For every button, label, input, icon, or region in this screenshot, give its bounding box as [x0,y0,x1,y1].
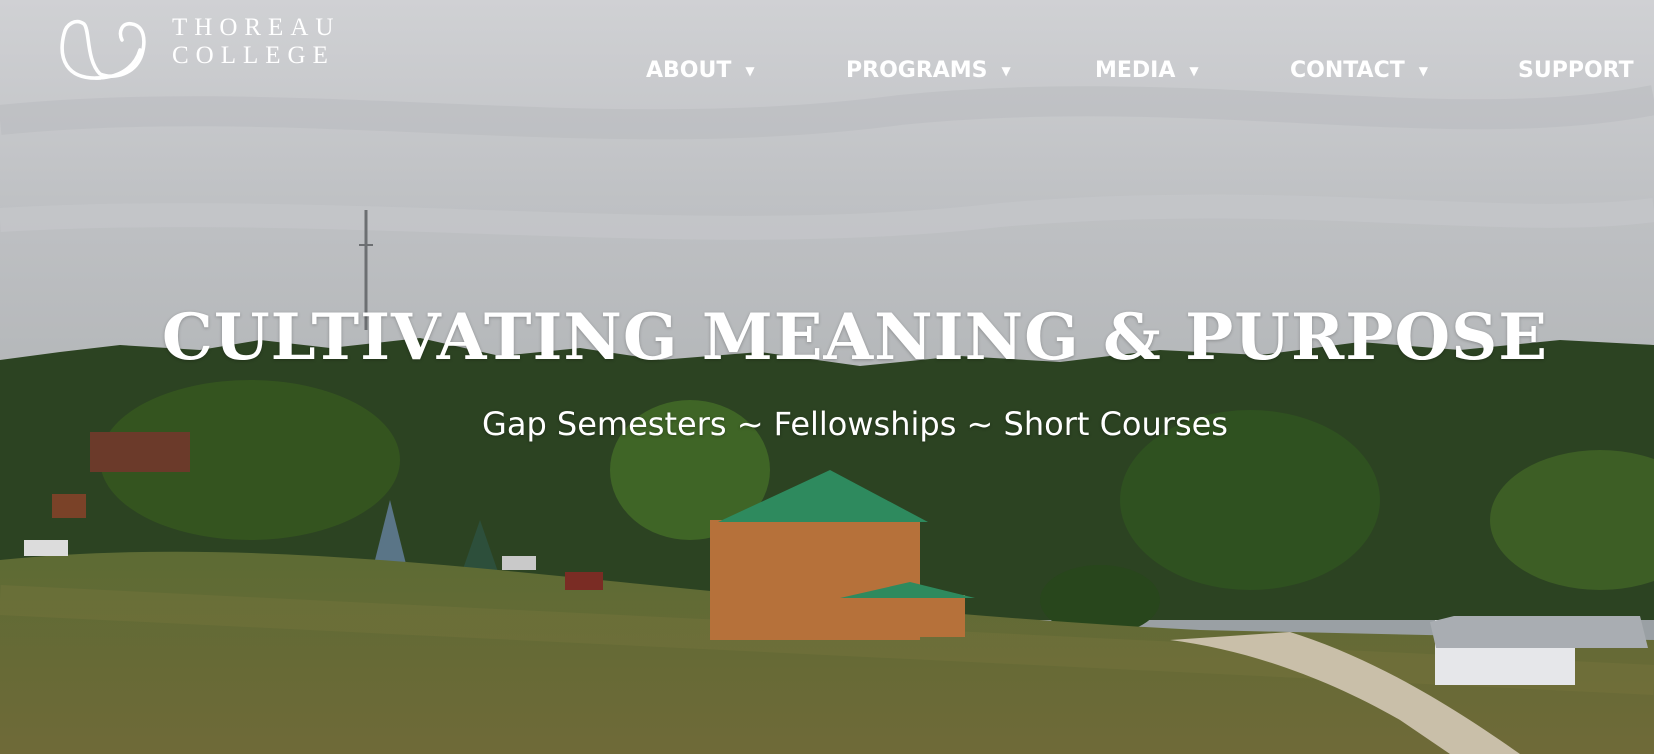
hero-landscape-image [0,0,1654,754]
caret-down-icon: ▼ [1189,63,1199,78]
nav-item-label: ABOUT [646,58,732,83]
nav-item-media[interactable]: MEDIA ▼ [1095,58,1199,83]
nav-item-support[interactable]: SUPPORT [1518,58,1634,83]
main-navigation: ABOUT ▼ PROGRAMS ▼ MEDIA ▼ CONTACT ▼ SUP… [0,58,1654,90]
nav-item-about[interactable]: ABOUT ▼ [646,58,755,83]
nav-item-contact[interactable]: CONTACT ▼ [1290,58,1428,83]
nav-item-label: PROGRAMS [846,58,988,83]
hero-subheadline: Gap Semesters ~ Fellowships ~ Short Cour… [482,405,1228,443]
hero-background [0,0,1654,754]
nav-item-programs[interactable]: PROGRAMS ▼ [846,58,1011,83]
caret-down-icon: ▼ [1001,63,1011,78]
nav-item-label: MEDIA [1095,58,1176,83]
nav-item-label: SUPPORT [1518,58,1634,83]
nav-item-label: CONTACT [1290,58,1405,83]
hero-headline: CULTIVATING MEANING & PURPOSE [161,300,1549,375]
caret-down-icon: ▼ [1418,63,1428,78]
caret-down-icon: ▼ [745,63,755,78]
logo-line-1: THOREAU [172,14,341,41]
